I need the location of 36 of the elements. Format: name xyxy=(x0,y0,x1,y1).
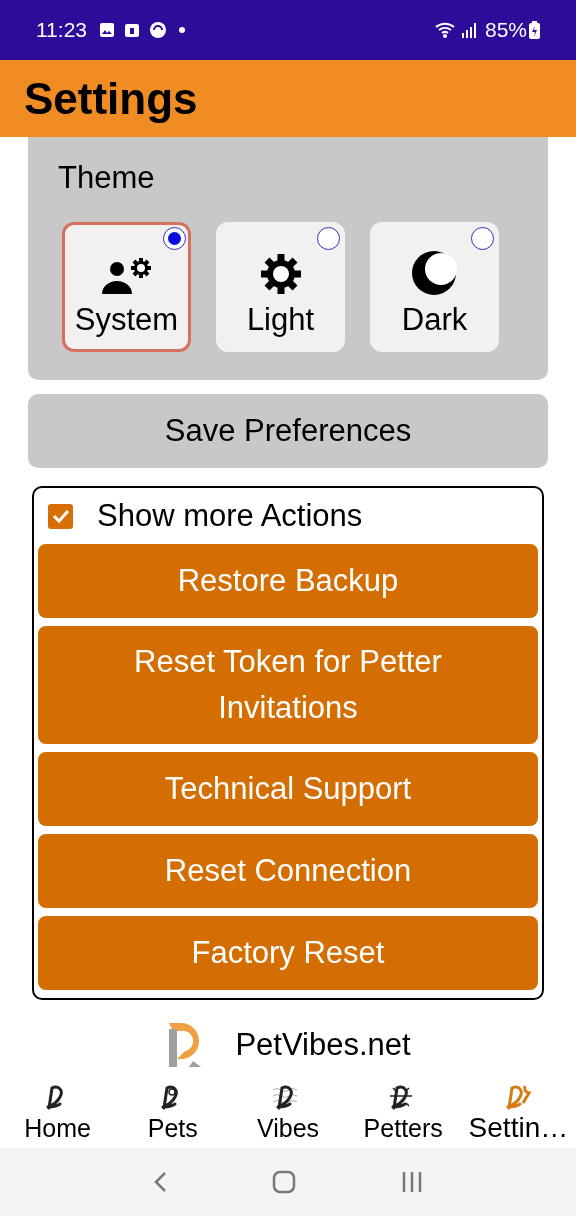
wifi-icon xyxy=(434,21,457,39)
image-icon xyxy=(99,22,115,38)
save-preferences-button[interactable]: Save Preferences xyxy=(28,394,548,468)
tab[interactable]: Petters xyxy=(345,1080,461,1148)
theme-label: Theme xyxy=(58,159,156,197)
tab[interactable]: Home xyxy=(0,1080,116,1148)
theme-option[interactable]: Light xyxy=(216,221,345,352)
recents-icon[interactable] xyxy=(401,1171,424,1193)
app-bar-title: Settings xyxy=(24,72,198,125)
swirl-icon xyxy=(149,21,167,39)
home-icon[interactable] xyxy=(272,1170,296,1194)
theme-option[interactable]: Dark xyxy=(370,221,499,352)
tab[interactable]: Pets xyxy=(115,1080,231,1148)
status-time: 11:23 xyxy=(36,17,87,44)
theme-option-label: System xyxy=(74,303,179,335)
back-icon[interactable] xyxy=(152,1171,167,1193)
theme-option[interactable]: System xyxy=(62,221,191,352)
moon-icon xyxy=(410,249,459,296)
checkbox[interactable] xyxy=(48,503,73,529)
checkbox-label[interactable]: Show more Actions xyxy=(97,492,363,540)
radio-button[interactable] xyxy=(317,226,340,250)
radio-button[interactable] xyxy=(471,226,494,250)
battery-percent: 85% xyxy=(484,17,527,44)
dot-icon xyxy=(179,27,185,33)
person-gear-icon xyxy=(99,255,154,296)
theme-option-label: Dark xyxy=(401,303,468,335)
tab[interactable]: Settin… xyxy=(460,1080,576,1148)
battery-icon xyxy=(529,21,540,39)
tab[interactable]: Vibes xyxy=(230,1080,346,1148)
brand-name: PetVibes.net xyxy=(235,1025,411,1064)
theme-option-label: Light xyxy=(246,303,315,335)
calendar-icon xyxy=(124,22,140,38)
check-icon xyxy=(51,509,70,523)
gear-icon xyxy=(258,251,303,296)
signal-icon xyxy=(460,22,479,38)
radio-button[interactable] xyxy=(163,226,186,250)
